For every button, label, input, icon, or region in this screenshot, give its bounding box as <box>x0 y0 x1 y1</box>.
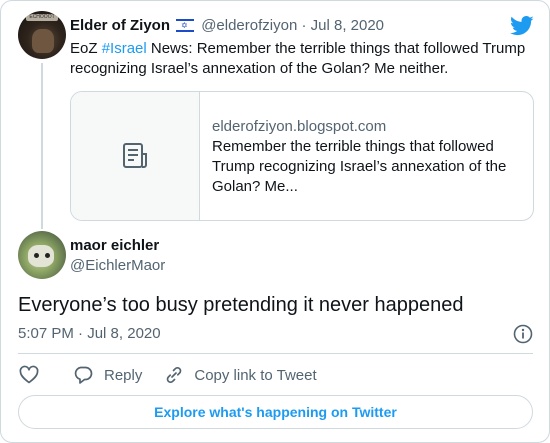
info-icon[interactable] <box>512 323 534 345</box>
israel-flag-icon: ✡ <box>176 19 195 32</box>
parent-author-handle[interactable]: @elderofziyon <box>201 17 297 34</box>
timestamp-separator: · <box>78 325 84 342</box>
reply-button[interactable]: Reply <box>72 364 142 386</box>
avatar-elder-of-ziyon[interactable]: ECHOOOT <box>18 11 66 59</box>
parent-tweet-header: Elder of Ziyon ✡ @elderofziyon · Jul 8, 2… <box>70 16 384 36</box>
divider <box>18 353 533 354</box>
avatar-maor-eichler[interactable] <box>18 231 66 279</box>
twitter-bird-icon[interactable] <box>510 16 534 36</box>
article-icon <box>123 143 147 168</box>
hashtag-israel[interactable]: #Israel <box>102 40 147 57</box>
explore-twitter-button[interactable]: Explore what's happening on Twitter <box>18 395 533 429</box>
parent-author-name[interactable]: Elder of Ziyon <box>70 17 170 34</box>
link-preview-card[interactable]: elderofziyon.blogspot.com Remember the t… <box>70 91 534 221</box>
reply-date: Jul 8, 2020 <box>87 325 161 342</box>
thread-connector-line <box>41 63 43 229</box>
embedded-tweet-card: ECHOOOT Elder of Ziyon ✡ @elderofziyon · … <box>0 0 550 443</box>
tweet-actions: Reply Copy link to Tweet <box>18 364 317 386</box>
link-icon <box>167 366 182 384</box>
copy-link-button[interactable]: Copy link to Tweet <box>164 365 317 385</box>
link-preview-title: Remember the terrible things that follow… <box>212 138 507 195</box>
reply-author-name[interactable]: maor eichler <box>70 237 159 255</box>
parent-tweet-text: EoZ #Israel News: Remember the terrible … <box>70 40 526 77</box>
header-separator: · <box>301 17 307 34</box>
link-preview-domain: elderofziyon.blogspot.com <box>212 118 387 135</box>
reply-tweet-text: Everyone’s too busy pretending it never … <box>18 294 464 316</box>
reply-author-handle[interactable]: @EichlerMaor <box>70 257 165 275</box>
heart-icon <box>19 365 39 384</box>
copy-link-label: Copy link to Tweet <box>194 366 317 384</box>
parent-tweet-date[interactable]: Jul 8, 2020 <box>311 17 384 34</box>
reply-timestamp[interactable]: 5:07 PM · Jul 8, 2020 <box>18 324 161 344</box>
avatar-label: ECHOOOT <box>26 14 58 21</box>
reply-time: 5:07 PM <box>18 325 74 342</box>
reply-label: Reply <box>104 366 143 384</box>
like-button[interactable] <box>18 364 40 386</box>
reply-icon <box>74 366 93 384</box>
link-preview-thumbnail <box>71 92 200 220</box>
